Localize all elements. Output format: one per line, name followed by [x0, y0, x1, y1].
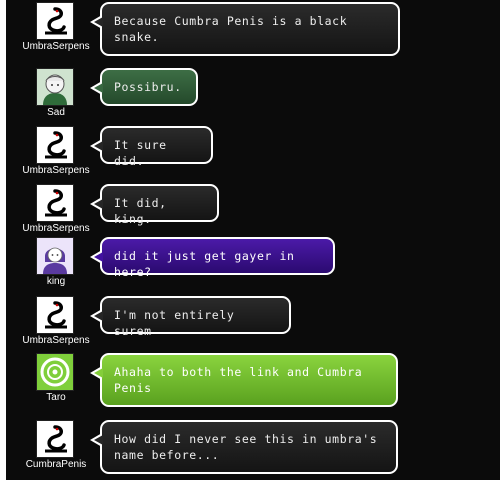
snake-avatar-icon[interactable] — [36, 184, 74, 222]
message-text: did it just get gayer in here? — [114, 249, 295, 279]
snake-avatar-icon[interactable] — [36, 296, 74, 334]
username[interactable]: CumbraPenis — [6, 459, 106, 470]
sad-avatar-icon[interactable] — [36, 68, 74, 106]
message-bubble: Ahaha to both the link and Cumbra Penis — [90, 353, 398, 407]
message-bubble: did it just get gayer in here? — [90, 237, 335, 279]
username[interactable]: UmbraSerpens — [6, 335, 106, 346]
message-text: Ahaha to both the link and Cumbra Penis — [114, 365, 363, 395]
snake-avatar-icon[interactable] — [36, 126, 74, 164]
username[interactable]: Taro — [6, 392, 106, 403]
message-text: I'm not entirely surem — [114, 308, 235, 338]
message-bubble: Because Cumbra Penis is a black snake. — [90, 2, 400, 56]
username[interactable]: UmbraSerpens — [6, 223, 106, 234]
message-text: Possibru. — [114, 80, 182, 94]
message-text: It did, king. — [114, 196, 167, 226]
message-text: It sure did. — [114, 138, 167, 168]
snake-avatar-icon[interactable] — [36, 2, 74, 40]
chat-log: UmbraSerpens Because Cumbra Penis is a b… — [6, 0, 500, 480]
king-avatar-icon[interactable] — [36, 237, 74, 275]
message-text: Because Cumbra Penis is a black snake. — [114, 14, 348, 44]
snake-avatar-icon[interactable] — [36, 420, 74, 458]
username[interactable]: king — [6, 276, 106, 287]
message-text: How did I never see this in umbra's name… — [114, 432, 378, 462]
username[interactable]: UmbraSerpens — [6, 41, 106, 52]
taro-avatar-icon[interactable] — [36, 353, 74, 391]
message-bubble: Possibru. — [90, 68, 198, 106]
message-bubble: It did, king. — [90, 184, 219, 226]
message-bubble: It sure did. — [90, 126, 213, 168]
message-bubble: How did I never see this in umbra's name… — [90, 420, 398, 474]
username[interactable]: UmbraSerpens — [6, 165, 106, 176]
message-bubble: I'm not entirely surem — [90, 296, 291, 338]
username[interactable]: Sad — [6, 107, 106, 118]
